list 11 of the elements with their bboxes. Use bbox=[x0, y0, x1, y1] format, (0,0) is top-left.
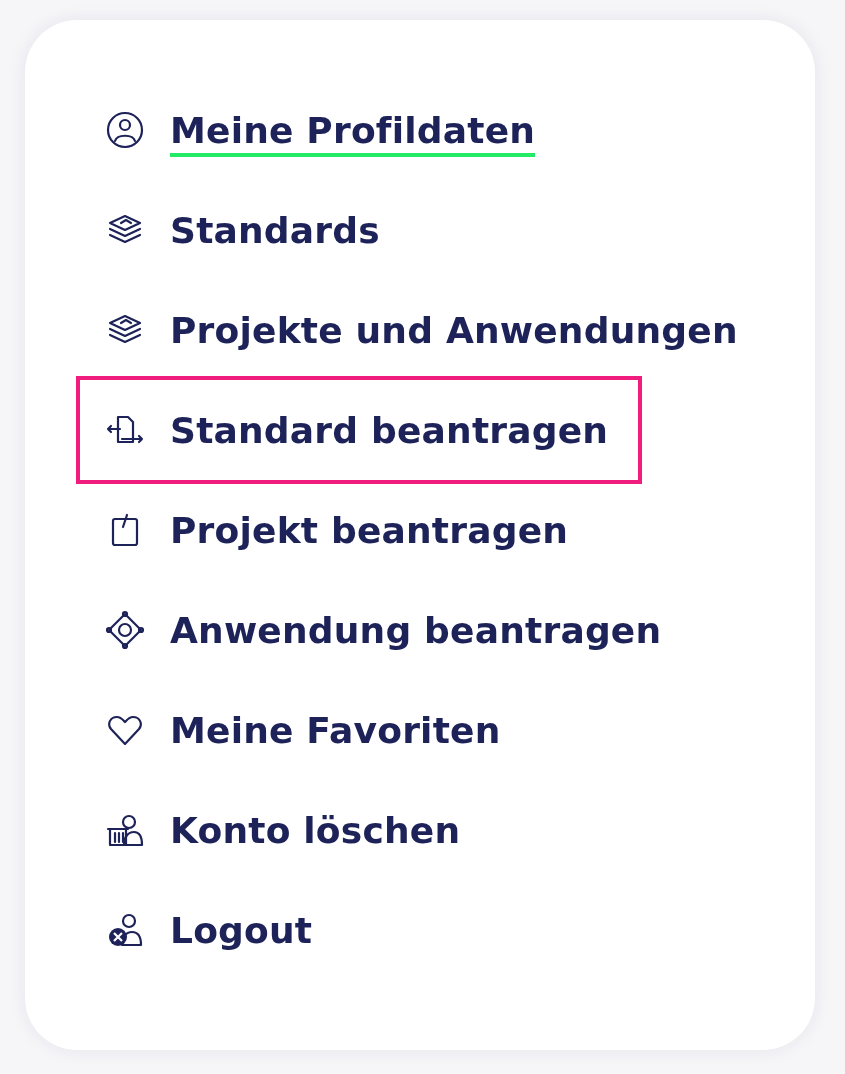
menu-item[interactable]: Standards bbox=[80, 180, 410, 280]
menu-item[interactable]: Meine Profildaten bbox=[80, 80, 566, 180]
menu-item[interactable]: Logout bbox=[80, 880, 343, 980]
menu-item[interactable]: Konto löschen bbox=[80, 780, 491, 880]
menu-item[interactable]: Projekte und Anwendungen bbox=[80, 280, 768, 380]
menu-item[interactable]: Anwendung beantragen bbox=[80, 580, 692, 680]
menu-item[interactable]: Meine Favoriten bbox=[80, 680, 531, 780]
menu-item[interactable]: Projekt beantragen bbox=[80, 480, 599, 580]
menu-item[interactable]: Standard beantragen bbox=[80, 380, 639, 480]
diamond-frame-icon bbox=[104, 609, 146, 651]
user-circle-icon bbox=[104, 109, 146, 151]
